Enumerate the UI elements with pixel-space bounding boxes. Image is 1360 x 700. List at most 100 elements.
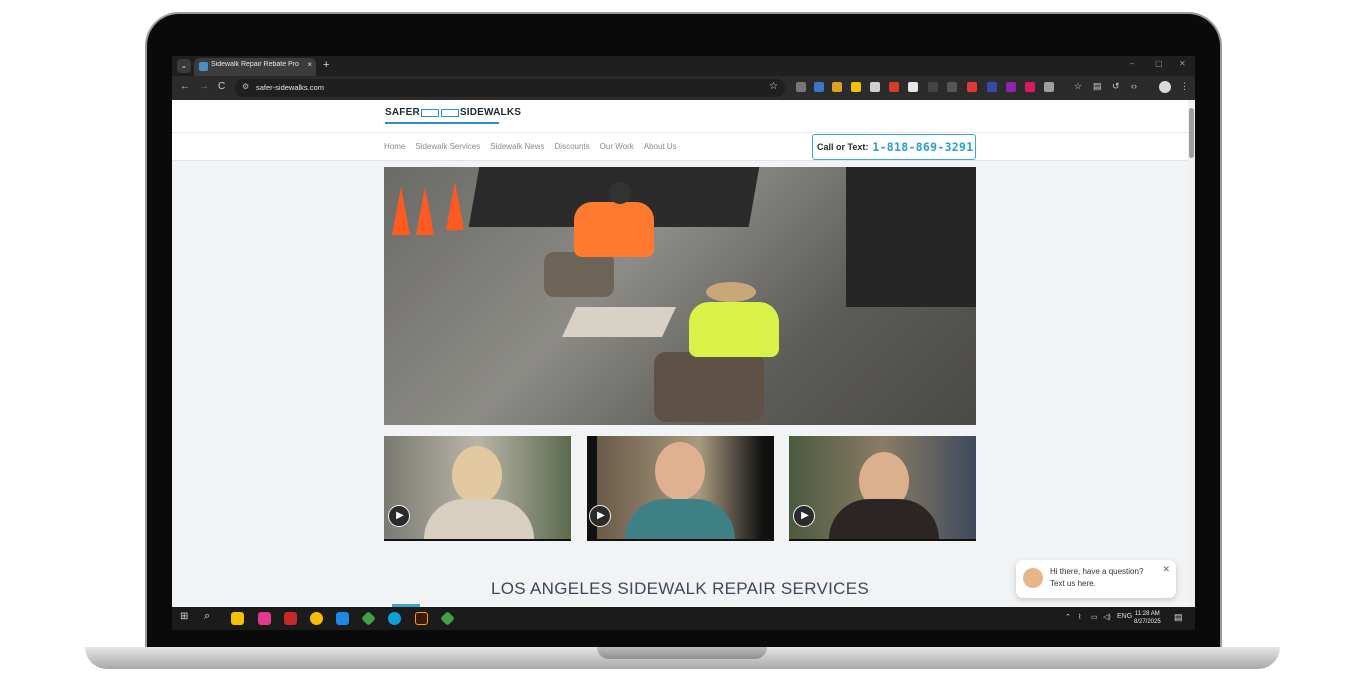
laptop-notch bbox=[597, 647, 767, 659]
taskbar-clock[interactable]: 11:28 AM 8/27/2025 bbox=[1134, 610, 1161, 626]
edge-icon[interactable] bbox=[388, 612, 401, 625]
hero-board bbox=[562, 307, 676, 337]
app-icon[interactable] bbox=[440, 611, 455, 626]
worker-orange-shirt bbox=[574, 202, 654, 257]
page-scrollbar[interactable] bbox=[1188, 100, 1195, 607]
network-icon[interactable]: ⌇ bbox=[1078, 613, 1081, 621]
extension-icon[interactable] bbox=[1006, 82, 1016, 92]
restore-button[interactable]: ▢ bbox=[1155, 59, 1163, 68]
worker-legs bbox=[544, 252, 614, 297]
back-button[interactable]: ← bbox=[180, 81, 190, 92]
chevron-up-icon[interactable]: ⌃ bbox=[1065, 613, 1071, 621]
worker-safety-vest bbox=[689, 302, 779, 357]
site-header: SAFER SIDEWALKS Home Sidewalk Services S… bbox=[172, 100, 1188, 161]
video-person-body bbox=[424, 499, 534, 539]
call-or-text-button[interactable]: Call or Text: 1-818-869-3291 bbox=[812, 134, 976, 160]
volume-icon[interactable]: ◁) bbox=[1103, 613, 1111, 621]
phone-number[interactable]: 1-818-869-3291 bbox=[872, 140, 973, 154]
clock-date: 8/27/2025 bbox=[1134, 619, 1161, 625]
site-logo[interactable]: SAFER SIDEWALKS bbox=[385, 107, 521, 118]
app-icon[interactable] bbox=[361, 611, 376, 626]
extension-icon[interactable] bbox=[870, 82, 880, 92]
video-thumbnail[interactable]: ▶ bbox=[789, 436, 976, 541]
address-bar[interactable]: ⚙ safer-sidewalks.com ☆ bbox=[235, 79, 785, 97]
search-icon[interactable]: ⌕ bbox=[204, 610, 210, 623]
chat-prompt[interactable]: Hi there, have a question? Text us here.… bbox=[1016, 560, 1176, 598]
logo-text-right: SIDEWALKS bbox=[459, 107, 522, 118]
scrollbar-thumb[interactable] bbox=[1189, 108, 1194, 158]
site-info-icon[interactable]: ⚙ bbox=[242, 82, 249, 91]
extension-icon[interactable] bbox=[928, 82, 938, 92]
traffic-cone bbox=[416, 187, 434, 235]
site-favicon-icon bbox=[199, 62, 208, 71]
extension-icon[interactable] bbox=[1025, 82, 1035, 92]
traffic-cone bbox=[392, 187, 410, 235]
chat-message: Hi there, have a question? Text us here. bbox=[1050, 566, 1160, 590]
bookmarks-icon[interactable]: ☆ bbox=[1074, 81, 1082, 92]
play-button[interactable]: ▶ bbox=[388, 505, 410, 527]
history-icon[interactable]: ↺ bbox=[1112, 81, 1120, 92]
address-url: safer-sidewalks.com bbox=[256, 83, 324, 92]
bookmark-star-icon[interactable]: ☆ bbox=[769, 81, 778, 92]
nav-discounts[interactable]: Discounts bbox=[555, 142, 590, 151]
nav-home[interactable]: Home bbox=[384, 142, 405, 151]
extension-icon[interactable] bbox=[889, 82, 899, 92]
chat-line-2: Text us here. bbox=[1050, 579, 1096, 588]
extension-icon[interactable] bbox=[967, 82, 977, 92]
tab-close-icon[interactable]: × bbox=[307, 60, 312, 69]
worker-hat bbox=[706, 282, 756, 302]
browser-tab-active[interactable]: Sidewalk Repair Rebate Progra... × bbox=[194, 58, 316, 76]
tab-search-button[interactable]: ⌄ bbox=[177, 59, 191, 73]
extension-icon[interactable] bbox=[796, 82, 806, 92]
video-person-body bbox=[829, 499, 939, 539]
reading-list-icon[interactable]: ▤ bbox=[1093, 81, 1102, 92]
nav-about-us[interactable]: About Us bbox=[644, 142, 677, 151]
extension-icon[interactable] bbox=[908, 82, 918, 92]
play-button[interactable]: ▶ bbox=[589, 505, 611, 527]
browser-toolbar: ← → C ⚙ safer-sidewalks.com ☆ ☆ ▤ ↺ ‹› ⋮ bbox=[172, 76, 1195, 100]
display-icon[interactable]: ▭ bbox=[1091, 613, 1098, 621]
traffic-cone bbox=[446, 182, 464, 230]
nav-sidewalk-news[interactable]: Sidewalk News bbox=[490, 142, 544, 151]
logo-underline bbox=[385, 122, 499, 124]
devtools-icon[interactable]: ‹› bbox=[1131, 81, 1137, 91]
forward-button[interactable]: → bbox=[199, 81, 209, 92]
profile-avatar[interactable] bbox=[1159, 81, 1171, 93]
play-button[interactable]: ▶ bbox=[793, 505, 815, 527]
video-person bbox=[655, 442, 705, 500]
chat-close-icon[interactable]: ✕ bbox=[1162, 564, 1170, 575]
chrome-menu-icon[interactable]: ⋮ bbox=[1180, 81, 1189, 92]
logo-text-left: SAFER bbox=[385, 107, 420, 118]
nav-our-work[interactable]: Our Work bbox=[600, 142, 634, 151]
language-indicator[interactable]: ENG bbox=[1117, 613, 1132, 620]
reload-button[interactable]: C bbox=[218, 81, 225, 92]
video-thumbnail[interactable]: ▶ bbox=[587, 436, 774, 541]
extension-icon[interactable] bbox=[947, 82, 957, 92]
vscode-icon[interactable] bbox=[336, 612, 349, 625]
close-window-button[interactable]: ✕ bbox=[1179, 59, 1186, 68]
extension-icon[interactable] bbox=[987, 82, 997, 92]
nav-sidewalk-services[interactable]: Sidewalk Services bbox=[415, 142, 480, 151]
extension-icon[interactable] bbox=[814, 82, 824, 92]
extensions-puzzle-icon[interactable] bbox=[1044, 82, 1054, 92]
minimize-button[interactable]: – bbox=[1130, 59, 1134, 68]
notifications-icon[interactable]: ▤ bbox=[1174, 612, 1183, 623]
extension-icon[interactable] bbox=[851, 82, 861, 92]
illustrator-icon[interactable] bbox=[415, 612, 428, 625]
video-person-body bbox=[625, 499, 735, 539]
tab-title: Sidewalk Repair Rebate Progra... bbox=[211, 61, 299, 68]
app-icon[interactable] bbox=[258, 612, 271, 625]
video-thumbnail[interactable]: ▶ bbox=[384, 436, 571, 541]
start-windows-icon[interactable]: ⊞ bbox=[180, 611, 188, 622]
file-explorer-icon[interactable] bbox=[231, 612, 244, 625]
new-tab-button[interactable]: + bbox=[323, 58, 329, 72]
web-page: SAFER SIDEWALKS Home Sidewalk Services S… bbox=[172, 100, 1188, 607]
chat-line-1: Hi there, have a question? bbox=[1050, 567, 1144, 576]
chrome-icon[interactable] bbox=[310, 612, 323, 625]
chat-agent-avatar bbox=[1023, 568, 1043, 588]
logo-box-icon bbox=[420, 108, 439, 117]
call-label: Call or Text: bbox=[817, 142, 869, 152]
filezilla-icon[interactable] bbox=[284, 612, 297, 625]
screen: ⌄ Sidewalk Repair Rebate Progra... × + –… bbox=[172, 56, 1195, 630]
extension-icon[interactable] bbox=[832, 82, 842, 92]
